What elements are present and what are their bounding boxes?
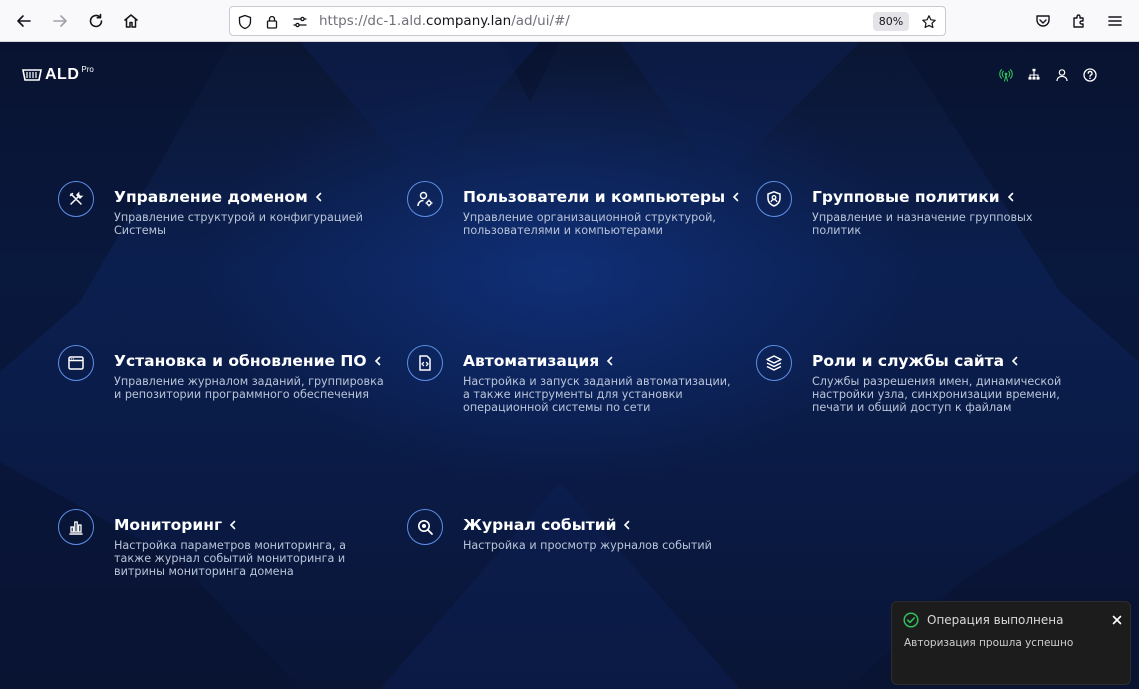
tile-title-text: Роли и службы сайта [812,352,1005,370]
tile-title-text: Групповые политики [812,188,1000,206]
url-text[interactable]: https://dc-1.ald.company.lan/ad/ui/#/ [319,13,570,29]
header-actions [998,67,1098,83]
toast-message: Авторизация прошла успешно [904,637,1074,649]
bar-chart-icon [58,509,94,545]
tile-description: Настройка и запуск заданий автоматизации… [463,375,731,414]
url-host: company.lan [426,13,512,29]
app-main: ALD Pro Управление доменом Управление ст… [0,42,1139,689]
extensions-icon[interactable] [1067,9,1091,33]
ald-logo-icon [22,69,42,81]
chevron-left-icon [1012,356,1018,366]
chevron-left-icon [624,520,630,530]
tile-title-text: Журнал событий [463,516,617,534]
tile-title-text: Автоматизация [463,352,600,370]
address-bar[interactable]: https://dc-1.ald.company.lan/ad/ui/#/ 80… [229,6,946,36]
user-profile-icon[interactable] [1054,67,1070,83]
tile-title[interactable]: Мониторинг [114,516,237,534]
chevron-left-icon [1007,192,1013,202]
tile-description: Управление структурой и конфигурацией Си… [114,211,363,237]
url-prefix: https://dc-1.ald. [319,13,427,29]
tile-title-text: Управление доменом [114,188,308,206]
tools-icon [58,181,94,217]
search-magnifier-icon [407,509,443,545]
menu-hamburger-icon[interactable] [1103,9,1127,33]
site-permissions-icon[interactable] [291,13,309,31]
toast-title: Операция выполнена [927,613,1064,627]
check-circle-icon [903,612,919,628]
tile-title[interactable]: Роли и службы сайта [812,352,1019,370]
tile-title-text: Пользователи и компьютеры [463,188,726,206]
shield-icon[interactable] [236,13,254,31]
logo-superscript: Pro [81,65,94,74]
forward-arrow-icon[interactable] [48,9,72,33]
tile-title[interactable]: Пользователи и компьютеры [463,188,740,206]
ald-pro-logo[interactable]: ALD Pro [22,65,94,84]
tile-description: Управление организационной структурой, п… [463,211,716,237]
chevron-left-icon [732,192,739,202]
reload-icon[interactable] [84,9,108,33]
lock-icon[interactable] [263,13,281,31]
tile-title[interactable]: Журнал событий [463,516,631,534]
bookmark-star-icon[interactable] [920,13,938,31]
layers-icon [756,345,792,381]
help-icon[interactable] [1082,67,1098,83]
close-icon[interactable] [1110,613,1124,627]
tile-description: Настройка параметров мониторинга, а такж… [114,539,347,578]
tile-title-text: Установка и обновление ПО [114,352,367,370]
browser-window-icon [58,345,94,381]
success-toast: Операция выполнена Авторизация прошла ус… [891,601,1131,685]
zoom-level-badge[interactable]: 80% [873,12,909,31]
chevron-left-icon [315,192,322,202]
tile-title-text: Мониторинг [114,516,223,534]
home-icon[interactable] [119,9,143,33]
chevron-left-icon [229,520,236,530]
tile-title[interactable]: Управление доменом [114,188,323,206]
tile-title[interactable]: Установка и обновление ПО [114,352,382,370]
chevron-left-icon [607,356,613,366]
user-settings-icon [407,181,443,217]
url-path: /ad/ui/#/ [511,13,570,29]
back-arrow-icon[interactable] [12,9,36,33]
browser-toolbar: https://dc-1.ald.company.lan/ad/ui/#/ 80… [0,0,1139,42]
logo-text: ALD [45,66,80,83]
site-structure-icon[interactable] [1026,67,1042,83]
tile-title[interactable]: Групповые политики [812,188,1015,206]
code-file-icon [407,345,443,381]
connection-status-icon[interactable] [998,67,1014,83]
tile-description: Настройка и просмотр журналов событий [463,539,712,552]
tile-description: Управление и назначение групповых полити… [812,211,1033,237]
tile-title[interactable]: Автоматизация [463,352,614,370]
tile-description: Службы разрешения имен, динамической нас… [812,375,1062,414]
tile-description: Управление журналом заданий, группировка… [114,375,384,401]
shield-user-icon [756,181,792,217]
chevron-left-icon [374,356,380,366]
pocket-icon[interactable] [1031,9,1055,33]
